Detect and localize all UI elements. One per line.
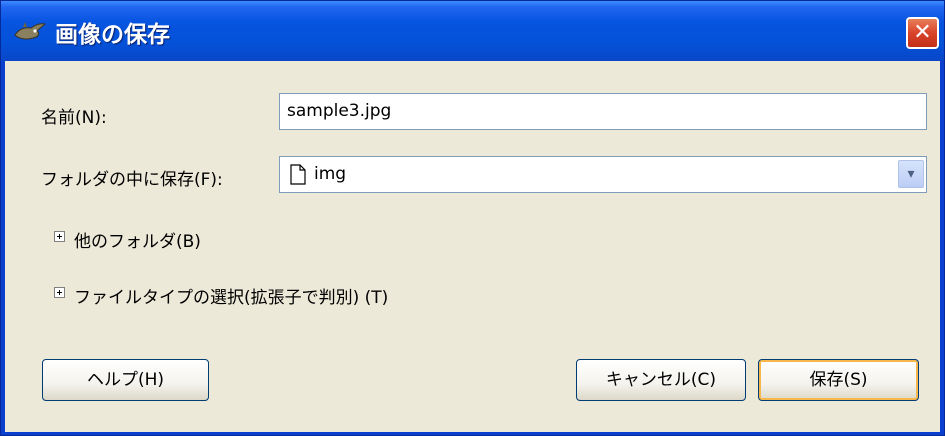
other-folders-label: 他のフォルダ(B) xyxy=(74,232,201,252)
cancel-button[interactable]: キャンセル(C) xyxy=(576,359,746,401)
file-icon xyxy=(290,164,306,185)
folder-label: フォルダの中に保存(F): xyxy=(41,170,223,190)
other-folders-expander[interactable]: 他のフォルダ(B) xyxy=(54,227,294,252)
dialog-body: 名前(N): sample3.jpg フォルダの中に保存(F): img ▾ 他… xyxy=(5,61,940,432)
file-type-expander[interactable]: ファイルタイプの選択(拡張子で判別) (T) xyxy=(54,283,514,308)
close-button[interactable]: ✕ xyxy=(906,17,939,49)
help-button[interactable]: ヘルプ(H) xyxy=(42,359,209,401)
save-image-dialog: 画像の保存 ✕ 名前(N): sample3.jpg フォルダの中に保存(F):… xyxy=(0,0,945,436)
folder-dropdown[interactable]: img ▾ xyxy=(279,156,927,193)
filename-input[interactable]: sample3.jpg xyxy=(279,93,927,130)
save-button[interactable]: 保存(S) xyxy=(758,359,919,401)
folder-value: img xyxy=(314,164,347,184)
dialog-title: 画像の保存 xyxy=(55,22,170,48)
gimp-wilber-icon xyxy=(14,22,47,40)
expand-plus-icon xyxy=(54,231,65,242)
chevron-down-icon[interactable]: ▾ xyxy=(898,160,924,188)
expand-plus-icon xyxy=(54,287,65,298)
file-type-label: ファイルタイプの選択(拡張子で判別) (T) xyxy=(74,288,389,308)
title-bar[interactable]: 画像の保存 ✕ xyxy=(1,1,944,61)
name-label: 名前(N): xyxy=(41,108,107,128)
close-icon: ✕ xyxy=(913,20,932,45)
